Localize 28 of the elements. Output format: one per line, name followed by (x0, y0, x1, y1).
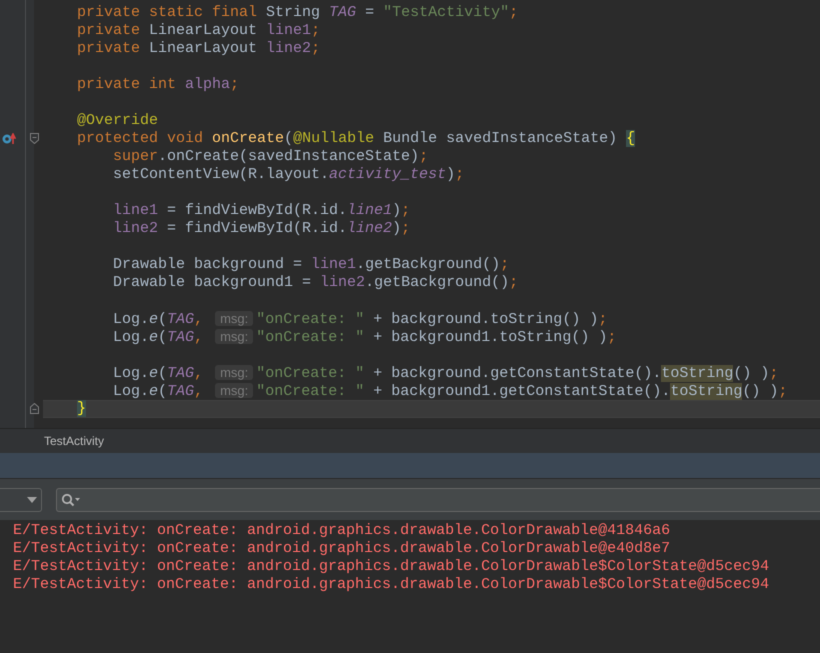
code-line: private LinearLayout line2; (76, 40, 322, 58)
log-line: E/TestActivity: onCreate: android.graphics.drawable.ColorDrawable$ColorState@d5cec94 (13, 576, 770, 594)
log-line: E/TestActivity: onCreate: android.graphics.drawable.ColorDrawable@41846a6 (13, 522, 672, 540)
caret-icon (27, 496, 37, 502)
log-line: E/TestActivity: onCreate: android.graphics.drawable.ColorDrawable@e40d8e7 (13, 540, 672, 558)
code-line: private static final String TAG = "TestActivity"; (76, 4, 520, 22)
search-icon (61, 492, 81, 506)
code-line: Log.e(TAG, msg: "onCreate: " + background.getConstantState().toString() ); (112, 364, 780, 382)
override-icon[interactable] (2, 133, 16, 145)
code-line: Log.e(TAG, msg: "onCreate: " + background1.toString() ); (112, 328, 618, 346)
log-line: E/TestActivity: onCreate: android.graphics.drawable.ColorDrawable$ColorState@d5cec94 (13, 558, 770, 576)
code-line: private LinearLayout line1; (76, 22, 322, 40)
filter-dropdown[interactable] (0, 488, 42, 512)
code-line: line2 = findViewById(R.id.line2); (112, 220, 412, 238)
code-line: Log.e(TAG, msg: "onCreate: " + background.toString() ); (112, 310, 608, 328)
code-line: line1 = findViewById(R.id.line1); (112, 202, 412, 220)
file-tab[interactable]: TestActivity (44, 434, 104, 448)
code-line: @Override (76, 112, 160, 130)
code-line: setContentView(R.layout.activity_test); (112, 166, 466, 184)
code-line: protected void onCreate(@Nullable Bundle savedInstanceState) { (76, 130, 636, 148)
code-line: Log.e(TAG, msg: "onCreate: " + background1.getConstantState().toString() ); (112, 382, 788, 400)
code-line: Drawable background1 = line2.getBackground(); (112, 274, 520, 292)
code-line: super.onCreate(savedInstanceState); (112, 148, 430, 166)
fold-icon[interactable] (30, 133, 39, 144)
code-line: Drawable background = line1.getBackground(); (112, 256, 510, 274)
search-field[interactable] (56, 488, 820, 512)
code-line: private int alpha; (76, 76, 240, 94)
fold-icon[interactable] (30, 403, 39, 414)
